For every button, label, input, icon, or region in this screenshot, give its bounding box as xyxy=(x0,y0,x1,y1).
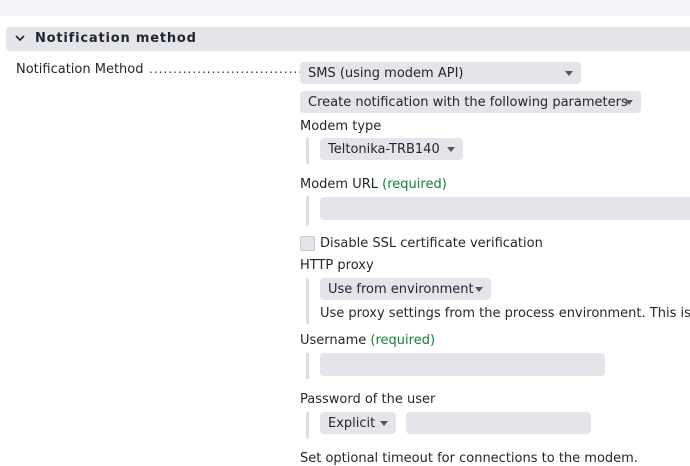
required-hint: (required) xyxy=(382,177,447,192)
password-mode-select[interactable]: Explicit xyxy=(320,412,396,434)
chevron-down-icon xyxy=(475,287,483,292)
notification-method-label: Notification Method xyxy=(16,62,144,77)
params-select-value: Create notification with the following p… xyxy=(308,94,628,110)
modem-url-label-text: Modem URL xyxy=(300,177,379,192)
disable-ssl-label: Disable SSL certificate verification xyxy=(320,236,543,251)
indent-bar xyxy=(306,138,309,164)
indent-bar xyxy=(306,278,309,324)
username-label-text: Username xyxy=(300,333,367,348)
section-title: Notification method xyxy=(35,31,197,46)
modem-url-input[interactable] xyxy=(320,197,690,220)
modem-type-label: Modem type xyxy=(300,119,382,134)
chevron-down-icon xyxy=(625,100,633,105)
chevron-down-icon[interactable] xyxy=(14,32,26,44)
chevron-down-icon xyxy=(380,421,388,426)
chevron-down-icon xyxy=(447,147,455,152)
username-input[interactable] xyxy=(320,353,605,376)
http-proxy-select[interactable]: Use from environment xyxy=(320,278,491,300)
username-label: Username (required) xyxy=(300,333,435,348)
section-header[interactable]: Notification method xyxy=(6,27,690,51)
timeout-label: Set optional timeout for connections to … xyxy=(300,451,638,466)
indent-bar xyxy=(306,196,309,226)
indent-bar xyxy=(306,353,309,379)
modem-type-value: Teltonika-TRB140 xyxy=(328,141,440,157)
modem-url-label: Modem URL (required) xyxy=(300,177,447,192)
disable-ssl-checkbox[interactable] xyxy=(300,236,315,251)
http-proxy-value: Use from environment xyxy=(328,281,474,297)
top-band xyxy=(0,0,690,16)
password-mode-value: Explicit xyxy=(328,415,376,431)
indent-bar xyxy=(306,412,309,438)
password-label: Password of the user xyxy=(300,392,436,407)
params-select[interactable]: Create notification with the following p… xyxy=(300,91,641,113)
chevron-down-icon xyxy=(565,71,573,76)
modem-type-select[interactable]: Teltonika-TRB140 xyxy=(320,138,463,160)
http-proxy-label: HTTP proxy xyxy=(300,258,374,273)
required-hint: (required) xyxy=(370,333,436,348)
notification-method-select[interactable]: SMS (using modem API) xyxy=(300,62,581,84)
notification-method-value: SMS (using modem API) xyxy=(308,65,464,81)
http-proxy-help: Use proxy settings from the process envi… xyxy=(320,306,690,321)
password-input[interactable] xyxy=(406,412,591,434)
label-dots: ................................... xyxy=(149,62,318,76)
